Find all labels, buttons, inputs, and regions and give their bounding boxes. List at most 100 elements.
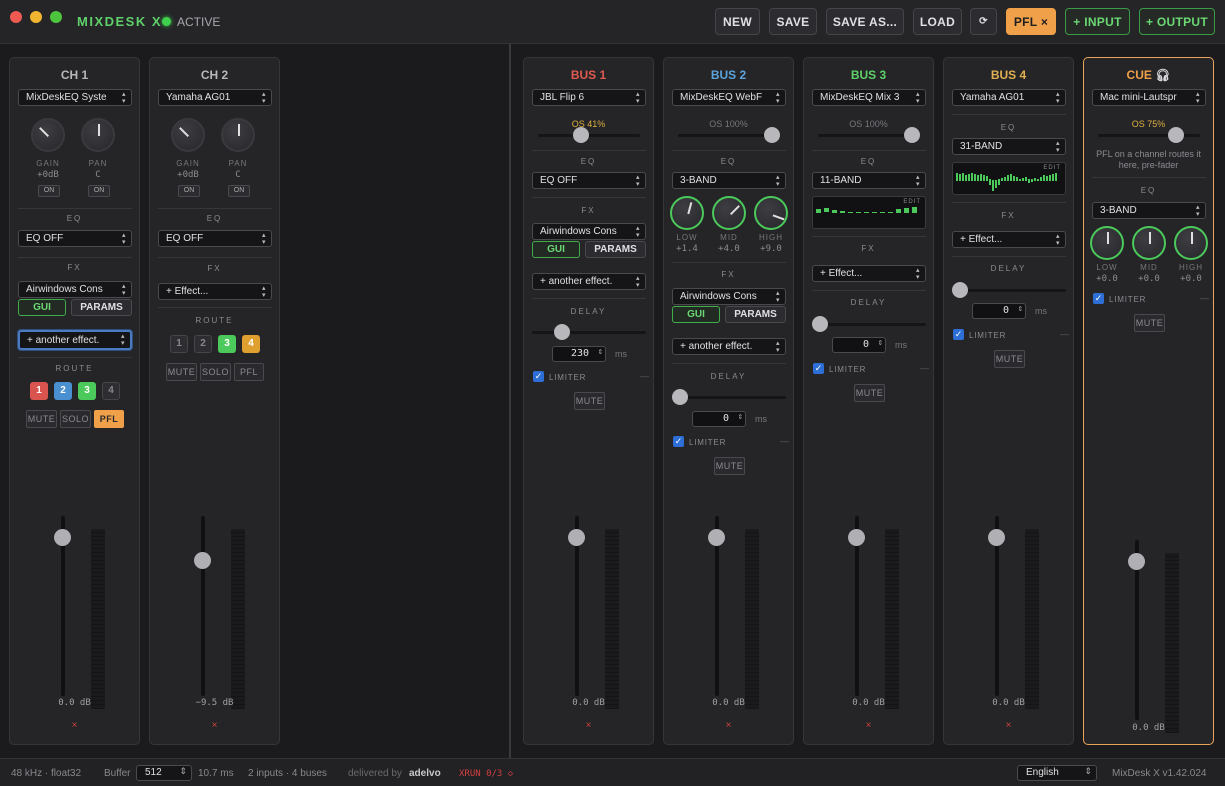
eq-select[interactable]: 3-BAND — [1092, 202, 1206, 219]
oversample-slider[interactable] — [538, 127, 640, 143]
volume-fader-track[interactable] — [848, 516, 865, 696]
remove-strip-icon[interactable]: × — [524, 720, 653, 731]
fx-params-button[interactable]: PARAMS — [585, 241, 646, 258]
delay-input[interactable]: 0 — [972, 303, 1026, 319]
delay-slider[interactable] — [672, 389, 786, 405]
pfl-clear-button[interactable]: PFL × — [1006, 8, 1056, 35]
remove-strip-icon[interactable]: × — [150, 720, 279, 731]
oversample-thumb[interactable] — [1168, 127, 1184, 143]
volume-fader-thumb[interactable] — [54, 529, 71, 546]
fx-slot-select[interactable]: Airwindows Cons — [672, 288, 786, 305]
delay-slider[interactable] — [952, 282, 1066, 298]
device-select[interactable]: JBL Flip 6 — [532, 89, 646, 106]
mute-button[interactable]: MUTE — [714, 457, 745, 475]
delay-thumb[interactable] — [672, 389, 688, 405]
eq-curve-display[interactable]: EDIT — [952, 162, 1066, 195]
eq-low-knob[interactable] — [670, 196, 704, 230]
volume-fader-thumb[interactable] — [988, 529, 1005, 546]
limiter-checkbox[interactable]: ✓ — [533, 371, 544, 382]
device-select[interactable]: Mac mini-Lautspr — [1092, 89, 1206, 106]
new-button[interactable]: NEW — [715, 8, 760, 35]
route-button-4[interactable]: 4 — [242, 335, 260, 353]
route-button-2[interactable]: 2 — [194, 335, 212, 353]
add-effect-select[interactable]: + Effect... — [158, 283, 272, 300]
oversample-thumb[interactable] — [764, 127, 780, 143]
mute-button[interactable]: MUTE — [854, 384, 885, 402]
zoom-window-button[interactable] — [50, 11, 62, 23]
volume-fader-thumb[interactable] — [568, 529, 585, 546]
save-as-button[interactable]: SAVE AS... — [826, 8, 904, 35]
limiter-checkbox[interactable]: ✓ — [1093, 293, 1104, 304]
delay-thumb[interactable] — [952, 282, 968, 298]
solo-button[interactable]: SOLO — [200, 363, 231, 381]
minimize-window-button[interactable] — [30, 11, 42, 23]
volume-fader-thumb[interactable] — [848, 529, 865, 546]
oversample-slider[interactable] — [1098, 127, 1200, 143]
volume-fader-track[interactable] — [988, 516, 1005, 696]
limiter-checkbox[interactable]: ✓ — [953, 329, 964, 340]
delay-slider[interactable] — [812, 316, 926, 332]
remove-strip-icon[interactable]: × — [944, 720, 1073, 731]
pfl-button[interactable]: PFL — [234, 363, 264, 381]
add-effect-select[interactable]: + Effect... — [952, 231, 1066, 248]
route-button-2[interactable]: 2 — [54, 382, 72, 400]
close-window-button[interactable] — [10, 11, 22, 23]
fx-slot-select[interactable]: Airwindows Cons — [18, 281, 132, 298]
device-select[interactable]: Yamaha AG01 — [158, 89, 272, 106]
route-button-1[interactable]: 1 — [170, 335, 188, 353]
route-button-1[interactable]: 1 — [30, 382, 48, 400]
eq-select[interactable]: 11-BAND — [812, 172, 926, 189]
pan-knob[interactable] — [221, 118, 255, 152]
fx-gui-button[interactable]: GUI — [18, 299, 66, 316]
route-button-4[interactable]: 4 — [102, 382, 120, 400]
eq-select[interactable]: 31-BAND — [952, 138, 1066, 155]
limiter-checkbox[interactable]: ✓ — [673, 436, 684, 447]
save-button[interactable]: SAVE — [769, 8, 817, 35]
fx-gui-button[interactable]: GUI — [672, 306, 720, 323]
volume-fader-thumb[interactable] — [708, 529, 725, 546]
volume-fader-track[interactable] — [708, 516, 725, 696]
add-effect-select[interactable]: + another effect. — [672, 338, 786, 355]
delay-slider[interactable] — [532, 324, 646, 340]
oversample-slider[interactable] — [818, 127, 920, 143]
add-effect-select[interactable]: + another effect. — [532, 273, 646, 290]
volume-fader-track[interactable] — [568, 516, 585, 696]
gain-on-toggle[interactable]: ON — [38, 185, 60, 197]
delay-input[interactable]: 0 — [832, 337, 886, 353]
fx-gui-button[interactable]: GUI — [532, 241, 580, 258]
oversample-thumb[interactable] — [904, 127, 920, 143]
eq-select[interactable]: EQ OFF — [532, 172, 646, 189]
eq-select[interactable]: 3-BAND — [672, 172, 786, 189]
fx-params-button[interactable]: PARAMS — [725, 306, 786, 323]
eq-mid-knob[interactable] — [1132, 226, 1166, 260]
volume-fader-track[interactable] — [194, 516, 211, 696]
delay-input[interactable]: 0 — [692, 411, 746, 427]
remove-strip-icon[interactable]: × — [664, 720, 793, 731]
limiter-checkbox[interactable]: ✓ — [813, 363, 824, 374]
volume-fader-thumb[interactable] — [1128, 553, 1145, 570]
eq-curve-display[interactable]: EDIT — [812, 196, 926, 229]
add-output-button[interactable]: + OUTPUT — [1139, 8, 1215, 35]
solo-button[interactable]: SOLO — [60, 410, 91, 428]
eq-low-knob[interactable] — [1090, 226, 1124, 260]
pan-on-toggle[interactable]: ON — [228, 185, 250, 197]
eq-high-knob[interactable] — [1174, 226, 1208, 260]
add-effect-select[interactable]: + another effect. — [18, 330, 132, 350]
eq-high-knob[interactable] — [754, 196, 788, 230]
mute-button[interactable]: MUTE — [26, 410, 57, 428]
load-button[interactable]: LOAD — [913, 8, 962, 35]
mute-button[interactable]: MUTE — [1134, 314, 1165, 332]
oversample-thumb[interactable] — [573, 127, 589, 143]
oversample-slider[interactable] — [678, 127, 780, 143]
buffer-size-select[interactable]: 512 ⇕ — [136, 765, 192, 781]
language-select[interactable]: English ⇕ — [1017, 765, 1097, 781]
mute-button[interactable]: MUTE — [994, 350, 1025, 368]
mute-button[interactable]: MUTE — [574, 392, 605, 410]
route-button-3[interactable]: 3 — [218, 335, 236, 353]
add-input-button[interactable]: + INPUT — [1065, 8, 1130, 35]
pan-on-toggle[interactable]: ON — [88, 185, 110, 197]
gain-knob[interactable] — [31, 118, 65, 152]
delay-input[interactable]: 230 — [552, 346, 606, 362]
gain-on-toggle[interactable]: ON — [178, 185, 200, 197]
volume-fader-track[interactable] — [1128, 540, 1145, 720]
